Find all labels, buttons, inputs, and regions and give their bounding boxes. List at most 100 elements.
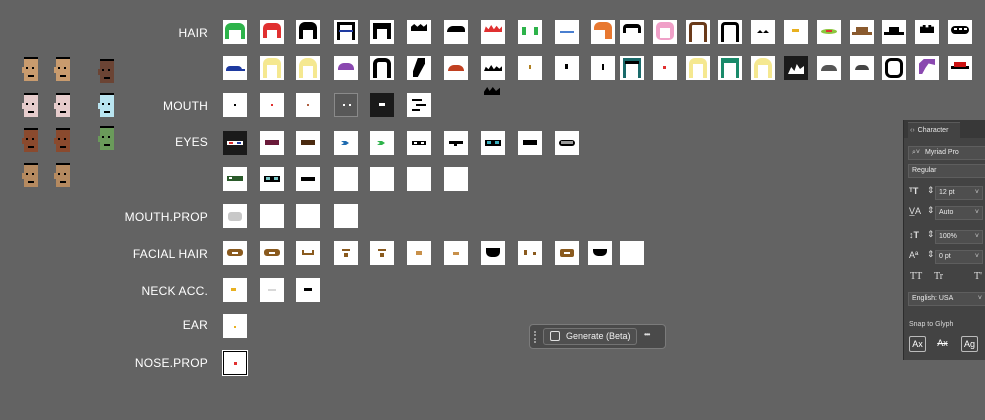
- leading-stepper-icon[interactable]: ⇕: [927, 205, 935, 216]
- eyes-tile[interactable]: [334, 131, 358, 155]
- hair-tile[interactable]: [591, 56, 615, 80]
- mouth-tile[interactable]: [370, 93, 394, 117]
- facial-hair-tile[interactable]: [518, 241, 542, 265]
- snap-strike-icon[interactable]: Ax: [934, 336, 951, 352]
- scale-stepper-icon[interactable]: ⇕: [927, 229, 935, 240]
- hair-tile[interactable]: [555, 20, 579, 44]
- chevron-down-icon[interactable]: ˅: [975, 187, 979, 199]
- facial-hair-tile[interactable]: [260, 241, 284, 265]
- hair-tile[interactable]: [334, 20, 358, 44]
- mouth-prop-tile-empty[interactable]: [334, 204, 358, 228]
- drag-handle[interactable]: [534, 331, 538, 343]
- hair-tile[interactable]: [686, 56, 710, 80]
- mouth-tile[interactable]: [260, 93, 284, 117]
- mouth-prop-tile-empty[interactable]: [260, 204, 284, 228]
- hair-tile[interactable]: [784, 56, 808, 80]
- eyes-tile-empty[interactable]: [370, 167, 394, 191]
- facial-hair-tile[interactable]: [296, 241, 320, 265]
- hair-tile[interactable]: [370, 20, 394, 44]
- eyes-tile[interactable]: [444, 131, 468, 155]
- facial-hair-tile[interactable]: [444, 241, 468, 265]
- hair-tile[interactable]: [817, 20, 841, 44]
- hair-tile[interactable]: [223, 56, 247, 80]
- hair-tile[interactable]: [481, 56, 505, 80]
- hair-tile[interactable]: [653, 20, 677, 44]
- face-pale-1[interactable]: [20, 93, 40, 119]
- eyes-tile[interactable]: [296, 131, 320, 155]
- chevron-down-icon[interactable]: ˅: [975, 251, 979, 263]
- eyes-tile[interactable]: [370, 131, 394, 155]
- hair-tile[interactable]: [751, 20, 775, 44]
- font-family-field[interactable]: ⌕˅ Myriad Pro: [908, 146, 985, 160]
- more-options-icon[interactable]: •••: [644, 330, 650, 339]
- hair-tile[interactable]: [223, 20, 247, 44]
- superscript-button[interactable]: T': [974, 271, 982, 282]
- hair-tile[interactable]: [948, 56, 972, 80]
- facial-hair-tile[interactable]: [555, 241, 579, 265]
- chevron-down-icon[interactable]: ˅: [978, 293, 982, 305]
- hair-tile[interactable]: [370, 56, 394, 80]
- eyes-tile[interactable]: [555, 131, 579, 155]
- facial-hair-tile[interactable]: [223, 241, 247, 265]
- leading-field[interactable]: Auto ˅: [935, 206, 983, 220]
- hair-tile[interactable]: [948, 20, 972, 44]
- hair-tile[interactable]: [591, 20, 615, 44]
- mouth-tile[interactable]: [223, 93, 247, 117]
- mouth-prop-tile-empty[interactable]: [296, 204, 320, 228]
- hair-tile[interactable]: [686, 20, 710, 44]
- eyes-tile[interactable]: [223, 167, 247, 191]
- face-pale-2[interactable]: [52, 93, 72, 119]
- hair-tile[interactable]: [444, 20, 468, 44]
- face-dark-1[interactable]: [96, 59, 116, 85]
- hair-tile[interactable]: [296, 20, 320, 44]
- hair-tile[interactable]: [260, 20, 284, 44]
- hair-tile[interactable]: [882, 20, 906, 44]
- hair-tile[interactable]: [850, 56, 874, 80]
- vertical-scale-field[interactable]: 100% ˅: [935, 230, 983, 244]
- hair-tile[interactable]: [882, 56, 906, 80]
- hair-tile[interactable]: [296, 56, 320, 80]
- eyes-tile-empty[interactable]: [334, 167, 358, 191]
- small-caps-button[interactable]: Tr: [934, 271, 943, 282]
- hair-tile[interactable]: [718, 20, 742, 44]
- baseline-stepper-icon[interactable]: ⇕: [927, 249, 935, 260]
- ear-tile[interactable]: [223, 314, 247, 338]
- baseline-field[interactable]: 0 pt ˅: [935, 250, 983, 264]
- face-brown-1[interactable]: [20, 128, 40, 154]
- hair-tile[interactable]: [481, 20, 505, 44]
- all-caps-button[interactable]: TT: [910, 271, 922, 282]
- eyes-tile-empty[interactable]: [407, 167, 431, 191]
- hair-tile[interactable]: [751, 56, 775, 80]
- eyes-tile[interactable]: [407, 131, 431, 155]
- face-brown-2[interactable]: [52, 128, 72, 154]
- hair-tile[interactable]: [915, 56, 939, 80]
- eyes-tile[interactable]: [260, 167, 284, 191]
- hair-tile[interactable]: [620, 56, 644, 80]
- tab-character[interactable]: ‹› Character: [908, 122, 960, 138]
- language-field[interactable]: English: USA ˅: [908, 292, 985, 306]
- hair-tile[interactable]: [334, 56, 358, 80]
- hair-tile[interactable]: [718, 56, 742, 80]
- facial-hair-tile[interactable]: [370, 241, 394, 265]
- chevron-down-icon[interactable]: ˅: [975, 207, 979, 219]
- nose-prop-tile[interactable]: [222, 350, 248, 376]
- eyes-tile[interactable]: [296, 167, 320, 191]
- neck-acc-tile[interactable]: [223, 278, 247, 302]
- hair-tile[interactable]: [518, 20, 542, 44]
- eyes-tile[interactable]: [518, 131, 542, 155]
- mouth-tile[interactable]: [296, 93, 320, 117]
- facial-hair-tile[interactable]: [481, 241, 505, 265]
- eyes-tile[interactable]: [260, 131, 284, 155]
- hair-tile[interactable]: [260, 56, 284, 80]
- snap-baseline-icon[interactable]: Ax: [909, 336, 926, 352]
- neck-acc-tile[interactable]: [260, 278, 284, 302]
- facial-hair-tile[interactable]: [407, 241, 431, 265]
- hair-tile[interactable]: [518, 56, 542, 80]
- generate-button[interactable]: Generate (Beta): [543, 328, 637, 345]
- hair-tile[interactable]: [444, 56, 468, 80]
- hair-tile[interactable]: [407, 20, 431, 44]
- hair-tile[interactable]: [653, 56, 677, 80]
- mouth-tile[interactable]: [407, 93, 431, 117]
- neck-acc-tile[interactable]: [296, 278, 320, 302]
- mouth-prop-tile[interactable]: [223, 204, 247, 228]
